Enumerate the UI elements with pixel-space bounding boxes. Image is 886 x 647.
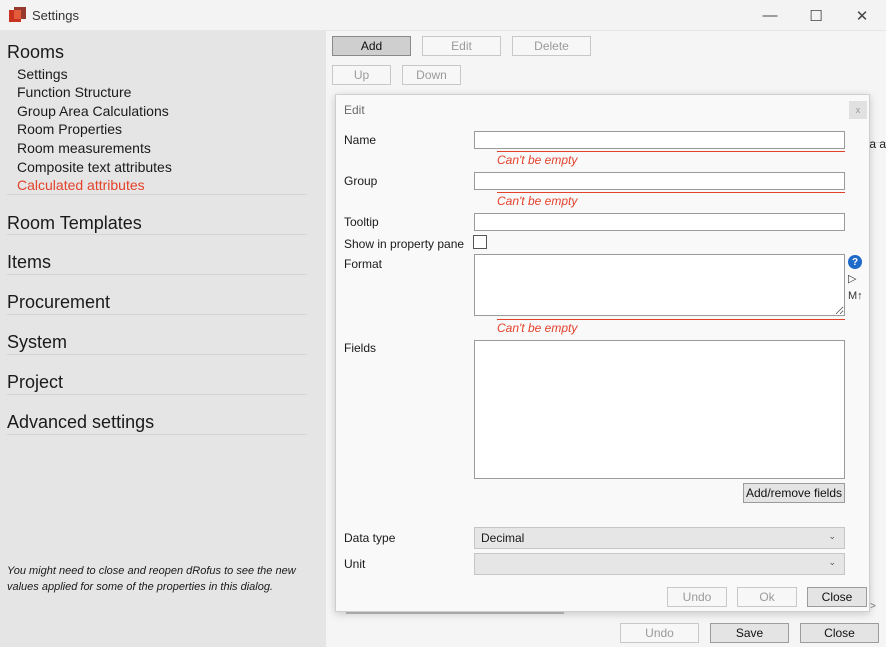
unit-select[interactable]: ⌄ — [474, 553, 845, 575]
restart-hint: You might need to close and reopen dRofu… — [7, 565, 296, 593]
minimize-button[interactable]: — — [747, 0, 793, 31]
divider — [7, 234, 307, 235]
group-input[interactable] — [474, 172, 845, 190]
section-room-templates[interactable]: Room Templates — [7, 213, 142, 234]
background-cell-text: a a — [869, 137, 886, 151]
chevron-down-icon: ⌄ — [828, 531, 836, 541]
format-textarea[interactable] — [474, 254, 845, 316]
unit-label: Unit — [344, 557, 366, 571]
data-type-select[interactable]: Decimal ⌄ — [474, 527, 845, 549]
down-button[interactable]: Down — [402, 65, 461, 85]
sidebar-item-calculated-attributes[interactable]: Calculated attributes — [17, 177, 145, 193]
add-button[interactable]: Add — [332, 36, 411, 56]
fields-list[interactable] — [474, 340, 845, 479]
tooltip-input[interactable] — [474, 213, 845, 231]
dialog-close-icon[interactable]: x — [849, 101, 867, 119]
group-error-line — [497, 192, 845, 193]
window-title: Settings — [32, 8, 79, 23]
group-error: Can't be empty — [497, 194, 578, 208]
format-label: Format — [344, 257, 383, 271]
divider — [7, 274, 307, 275]
sidebar-item-settings[interactable]: Settings — [17, 66, 68, 82]
footer-undo-button[interactable]: Undo — [620, 623, 699, 643]
footer-save-button[interactable]: Save — [710, 623, 789, 643]
preview-play-icon[interactable]: ▷ — [848, 272, 856, 285]
show-in-property-pane-checkbox[interactable] — [473, 235, 487, 249]
section-rooms[interactable]: Rooms — [7, 42, 64, 63]
name-error: Can't be empty — [497, 153, 578, 167]
divider — [7, 354, 307, 355]
section-procurement[interactable]: Procurement — [7, 292, 110, 313]
group-label: Group — [344, 174, 378, 188]
divider — [7, 434, 307, 435]
name-label: Name — [344, 133, 377, 147]
section-items[interactable]: Items — [7, 252, 51, 273]
divider — [7, 314, 307, 315]
divider — [7, 194, 307, 195]
chevron-down-icon: ⌄ — [828, 557, 836, 567]
scroll-right-icon[interactable]: > — [870, 601, 876, 612]
format-error-line — [497, 319, 845, 320]
dialog-title: Edit — [344, 103, 365, 117]
dialog-ok-button[interactable]: Ok — [737, 587, 797, 607]
delete-button[interactable]: Delete — [512, 36, 591, 56]
section-advanced-settings[interactable]: Advanced settings — [7, 412, 154, 433]
section-system[interactable]: System — [7, 332, 67, 353]
up-button[interactable]: Up — [332, 65, 391, 85]
edit-button[interactable]: Edit — [422, 36, 501, 56]
dialog-close-button[interactable]: Close — [807, 587, 867, 607]
name-input[interactable] — [474, 131, 845, 149]
title-bar: Settings — ☐ ✕ — [0, 0, 886, 31]
sidebar: Rooms Settings Function Structure Group … — [0, 31, 326, 647]
maximize-button[interactable]: ☐ — [793, 0, 839, 31]
divider — [7, 394, 307, 395]
sidebar-item-composite-text-attributes[interactable]: Composite text attributes — [17, 159, 172, 175]
data-type-value: Decimal — [481, 531, 525, 545]
name-error-line — [497, 151, 845, 152]
footer-close-button[interactable]: Close — [800, 623, 879, 643]
help-icon[interactable]: ? — [848, 255, 862, 269]
edit-dialog: Edit x Name Can't be empty Group Can't b… — [335, 94, 870, 612]
sidebar-item-group-area-calculations[interactable]: Group Area Calculations — [17, 103, 169, 119]
sidebar-item-room-measurements[interactable]: Room measurements — [17, 140, 151, 156]
close-window-button[interactable]: ✕ — [839, 0, 885, 31]
markdown-icon[interactable]: M↑ — [848, 290, 863, 302]
sidebar-item-function-structure[interactable]: Function Structure — [17, 84, 131, 100]
format-error: Can't be empty — [497, 321, 578, 335]
sidebar-item-room-properties[interactable]: Room Properties — [17, 121, 122, 137]
fields-label: Fields — [344, 341, 377, 355]
dialog-undo-button[interactable]: Undo — [667, 587, 727, 607]
show-in-property-pane-label: Show in property pane — [344, 237, 465, 251]
app-icon — [9, 7, 26, 24]
section-project[interactable]: Project — [7, 372, 63, 393]
add-remove-fields-button[interactable]: Add/remove fields — [743, 483, 845, 503]
tooltip-label: Tooltip — [344, 215, 379, 229]
data-type-label: Data type — [344, 531, 396, 545]
